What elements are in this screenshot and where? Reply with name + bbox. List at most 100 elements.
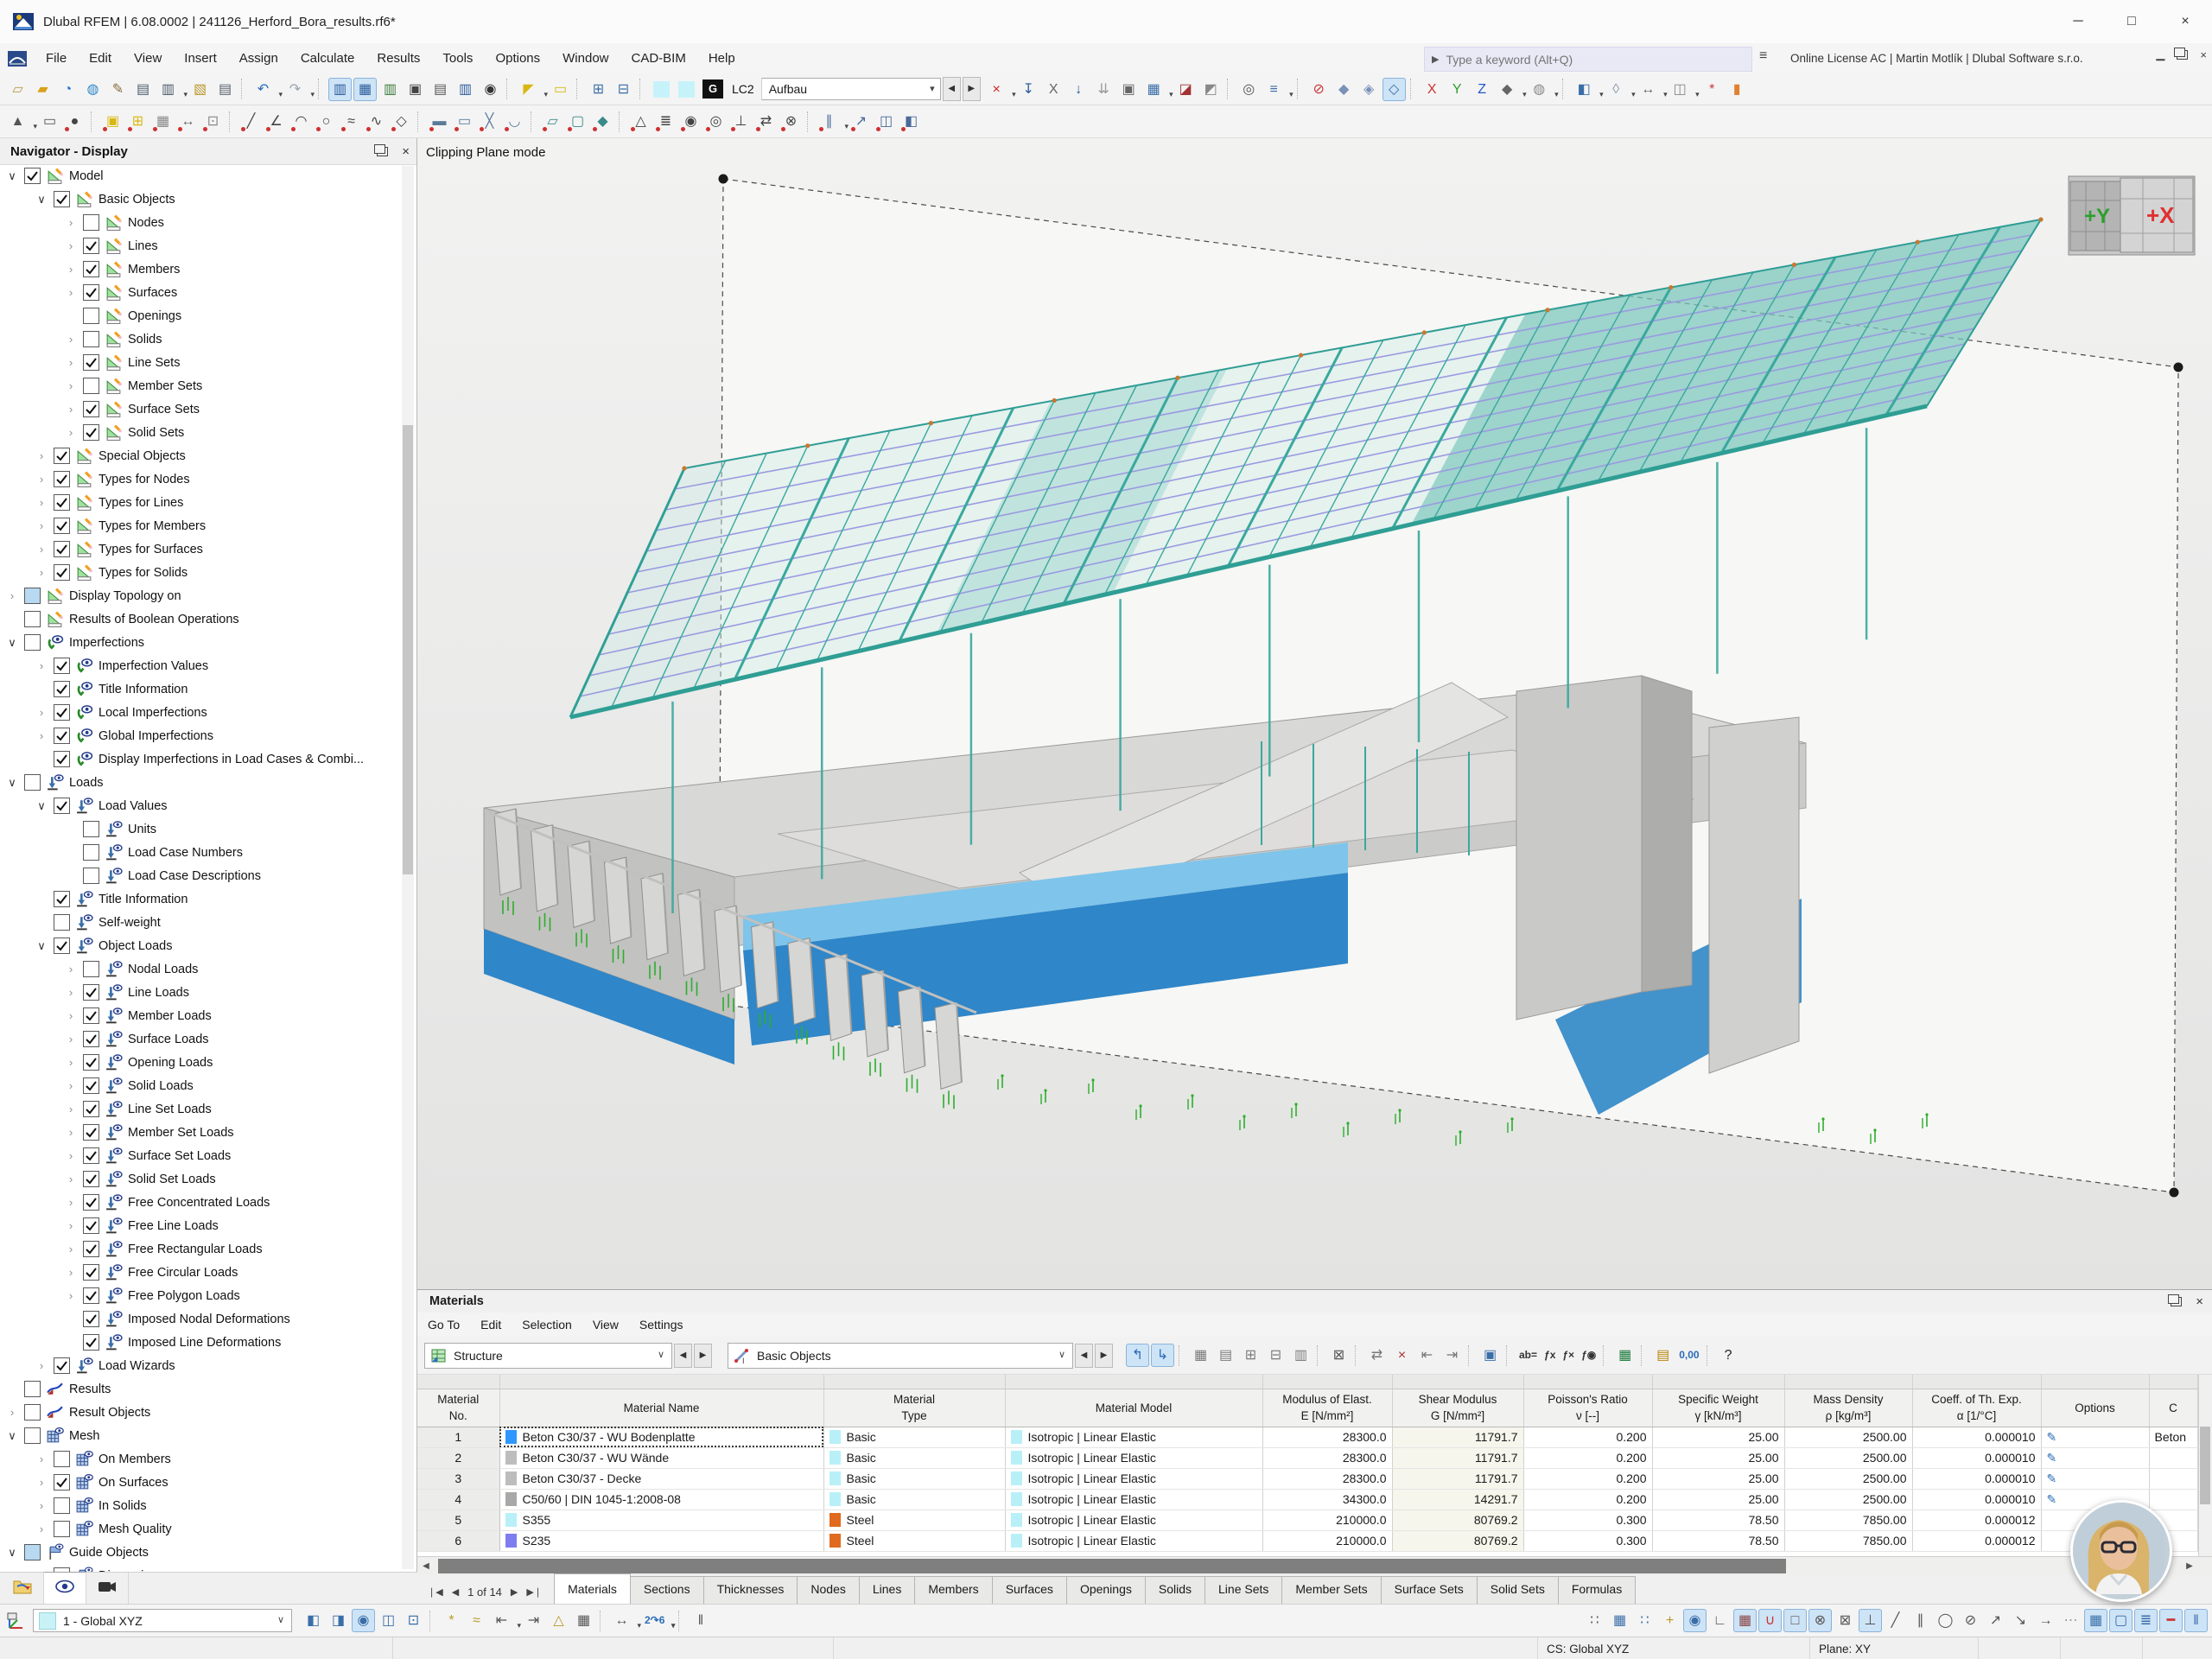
pin-icon[interactable]: ‖ <box>2184 1608 2208 1632</box>
tree-item-label[interactable]: Load Values <box>99 799 168 813</box>
tree-item[interactable]: › Opening Loads <box>0 1051 397 1074</box>
grid-points-alt-icon[interactable]: ∷ <box>1633 1609 1656 1632</box>
menu-assign[interactable]: Assign <box>228 43 289 73</box>
tree-item[interactable]: › On Members <box>0 1447 397 1471</box>
column-right-icon[interactable]: ⇥ <box>1440 1344 1464 1367</box>
new-model-object-icon[interactable]: ⊞ <box>126 110 149 133</box>
new-rib-icon[interactable]: ▭ <box>453 110 476 133</box>
tree-expander-icon[interactable]: › <box>35 729 48 742</box>
tree-item-label[interactable]: Results of Boolean Operations <box>69 613 239 626</box>
tree-item[interactable]: › Line Sets <box>0 351 397 374</box>
grid-layers-icon[interactable]: ≈ <box>465 1609 488 1632</box>
tree-item[interactable]: › On Surfaces <box>0 1471 397 1494</box>
specific-weight-cell[interactable]: 25.00 <box>1652 1489 1785 1510</box>
table-details-icon[interactable]: ▥ <box>1289 1344 1313 1367</box>
table-tab-materials[interactable]: Materials <box>554 1573 631 1605</box>
tree-item-label[interactable]: Self-weight <box>99 916 161 930</box>
poisson-cell[interactable]: 0.200 <box>1523 1489 1653 1510</box>
tree-item[interactable]: ∨ Model <box>0 164 397 188</box>
view-in-y-icon[interactable]: Y <box>1446 78 1469 101</box>
tree-expander-icon[interactable]: › <box>64 216 78 229</box>
material-number-cell[interactable]: 2 <box>417 1447 500 1469</box>
material-row[interactable]: 4 C50/60 | DIN 1045-1:2008-08 Basic Isotrop… <box>417 1489 2198 1510</box>
tree-checkbox[interactable] <box>24 1404 41 1421</box>
note-icon[interactable]: ✎ <box>2047 1451 2057 1465</box>
shear-modulus-cell[interactable]: 80769.2 <box>1392 1530 1524 1552</box>
tree-item-label[interactable]: Load Case Numbers <box>128 846 243 860</box>
menu-options[interactable]: Options <box>484 43 551 73</box>
jump-next-table-icon[interactable]: ↳ <box>1151 1344 1174 1367</box>
tree-expander-icon[interactable]: › <box>35 543 48 556</box>
table-view-icon[interactable]: ▦ <box>1189 1344 1212 1367</box>
tree-item[interactable]: › Solid Sets <box>0 421 397 444</box>
layers-icon[interactable]: ≣ <box>2134 1608 2158 1632</box>
table-settings-icon[interactable]: ▣ <box>1478 1344 1502 1367</box>
tree-expander-icon[interactable]: › <box>64 403 78 416</box>
new-circle-icon[interactable]: ○ <box>315 110 338 133</box>
coordinate-system-icon[interactable] <box>5 1610 28 1632</box>
tree-checkbox[interactable] <box>54 1451 70 1467</box>
divide-line-icon[interactable]: ⇄ <box>754 110 778 133</box>
move-plane-icon[interactable]: ◨ <box>327 1609 350 1632</box>
new-coordinate-system-icon[interactable]: ↗ <box>849 110 873 133</box>
shear-modulus-cell[interactable]: 14291.7 <box>1392 1489 1524 1510</box>
cube-x-face-label[interactable]: +X <box>2146 202 2175 228</box>
navigation-cube[interactable]: +Y +X <box>2067 175 2196 257</box>
tree-expander-icon[interactable]: › <box>35 1522 48 1535</box>
tree-item[interactable]: › Free Concentrated Loads <box>0 1191 397 1214</box>
tree-item[interactable]: › Free Circular Loads <box>0 1261 397 1284</box>
tree-checkbox[interactable] <box>83 1334 99 1351</box>
thermal-expansion-cell[interactable]: 0.000012 <box>1912 1510 2042 1531</box>
tree-expander-icon[interactable]: › <box>64 286 78 299</box>
material-row[interactable]: 1 Beton C30/37 - WU Bodenplatte Basic Isotr… <box>417 1427 2198 1448</box>
work-plane-icon[interactable]: ◧ <box>302 1609 325 1632</box>
save-as-template-icon[interactable]: ✎ <box>106 78 130 101</box>
mass-density-cell[interactable]: 2500.00 <box>1784 1489 1913 1510</box>
tree-checkbox[interactable] <box>54 448 70 464</box>
tree-item[interactable]: › Surface Sets <box>0 397 397 421</box>
tree-expander-icon[interactable]: ∨ <box>5 169 19 183</box>
midpoint-snap-icon[interactable]: □ <box>1783 1608 1807 1632</box>
tree-checkbox[interactable] <box>54 938 70 954</box>
tree-item-label[interactable]: Member Set Loads <box>128 1126 234 1140</box>
materials-vertical-scrollbar[interactable] <box>2198 1375 2212 1556</box>
material-row[interactable]: 6 S235 Steel Isotropic | Linear Elastic 2100… <box>417 1530 2198 1552</box>
thermal-expansion-cell[interactable]: 0.000012 <box>1912 1530 2042 1552</box>
edit-mode-icon[interactable]: ▲ <box>6 110 37 138</box>
tree-item[interactable]: › Member Set Loads <box>0 1121 397 1144</box>
tree-item[interactable]: › Global Imperfections <box>0 724 397 747</box>
tree-item-label[interactable]: Solids <box>128 333 162 346</box>
tree-item[interactable]: › Nodes <box>0 211 397 234</box>
tree-item-label[interactable]: In Solids <box>99 1499 147 1513</box>
tree-checkbox[interactable] <box>83 308 99 324</box>
material-type-cell[interactable]: Basic <box>823 1468 1006 1490</box>
sco-manager-icon[interactable]: ▤ <box>429 78 452 101</box>
material-model-cell[interactable]: Isotropic | Linear Elastic <box>1005 1530 1263 1552</box>
tree-item-label[interactable]: Member Sets <box>128 379 202 393</box>
tree-item-label[interactable]: Guide Objects <box>69 1546 149 1560</box>
clear-view-filter-icon[interactable]: ⊘ <box>1307 78 1331 101</box>
tree-checkbox[interactable] <box>54 704 70 721</box>
new-member-hinge-icon[interactable]: ◉ <box>679 110 702 133</box>
tree-item-label[interactable]: Free Rectangular Loads <box>128 1243 263 1256</box>
tree-checkbox[interactable] <box>83 844 99 861</box>
tree-expander-icon[interactable]: ∨ <box>35 799 48 813</box>
isometric-view-icon[interactable]: ◆ <box>1496 78 1527 106</box>
tree-item-label[interactable]: Imposed Line Deformations <box>128 1336 281 1350</box>
tree-item-label[interactable]: On Members <box>99 1452 171 1466</box>
navigator-close-icon[interactable]: × <box>402 144 410 159</box>
new-line-icon[interactable]: ╱ <box>239 110 263 133</box>
menu-cad-bim[interactable]: CAD-BIM <box>620 43 697 73</box>
tree-checkbox[interactable] <box>54 728 70 744</box>
refresh-model-icon[interactable]: ◔ <box>56 78 79 101</box>
tree-checkbox[interactable] <box>83 331 99 347</box>
comment-cell[interactable] <box>2149 1468 2198 1490</box>
structural-model-3d-view[interactable] <box>417 138 2212 1289</box>
new-cable-icon[interactable]: ◡ <box>503 110 526 133</box>
tree-item-label[interactable]: Title Information <box>99 683 188 696</box>
rotate-view-icon[interactable]: ◉ <box>352 1609 375 1632</box>
tree-expander-icon[interactable]: ∨ <box>35 939 48 953</box>
search-list-icon[interactable]: ≡ <box>1759 48 1767 64</box>
tree-checkbox[interactable] <box>83 821 99 837</box>
specific-weight-cell[interactable]: 78.50 <box>1652 1530 1785 1552</box>
